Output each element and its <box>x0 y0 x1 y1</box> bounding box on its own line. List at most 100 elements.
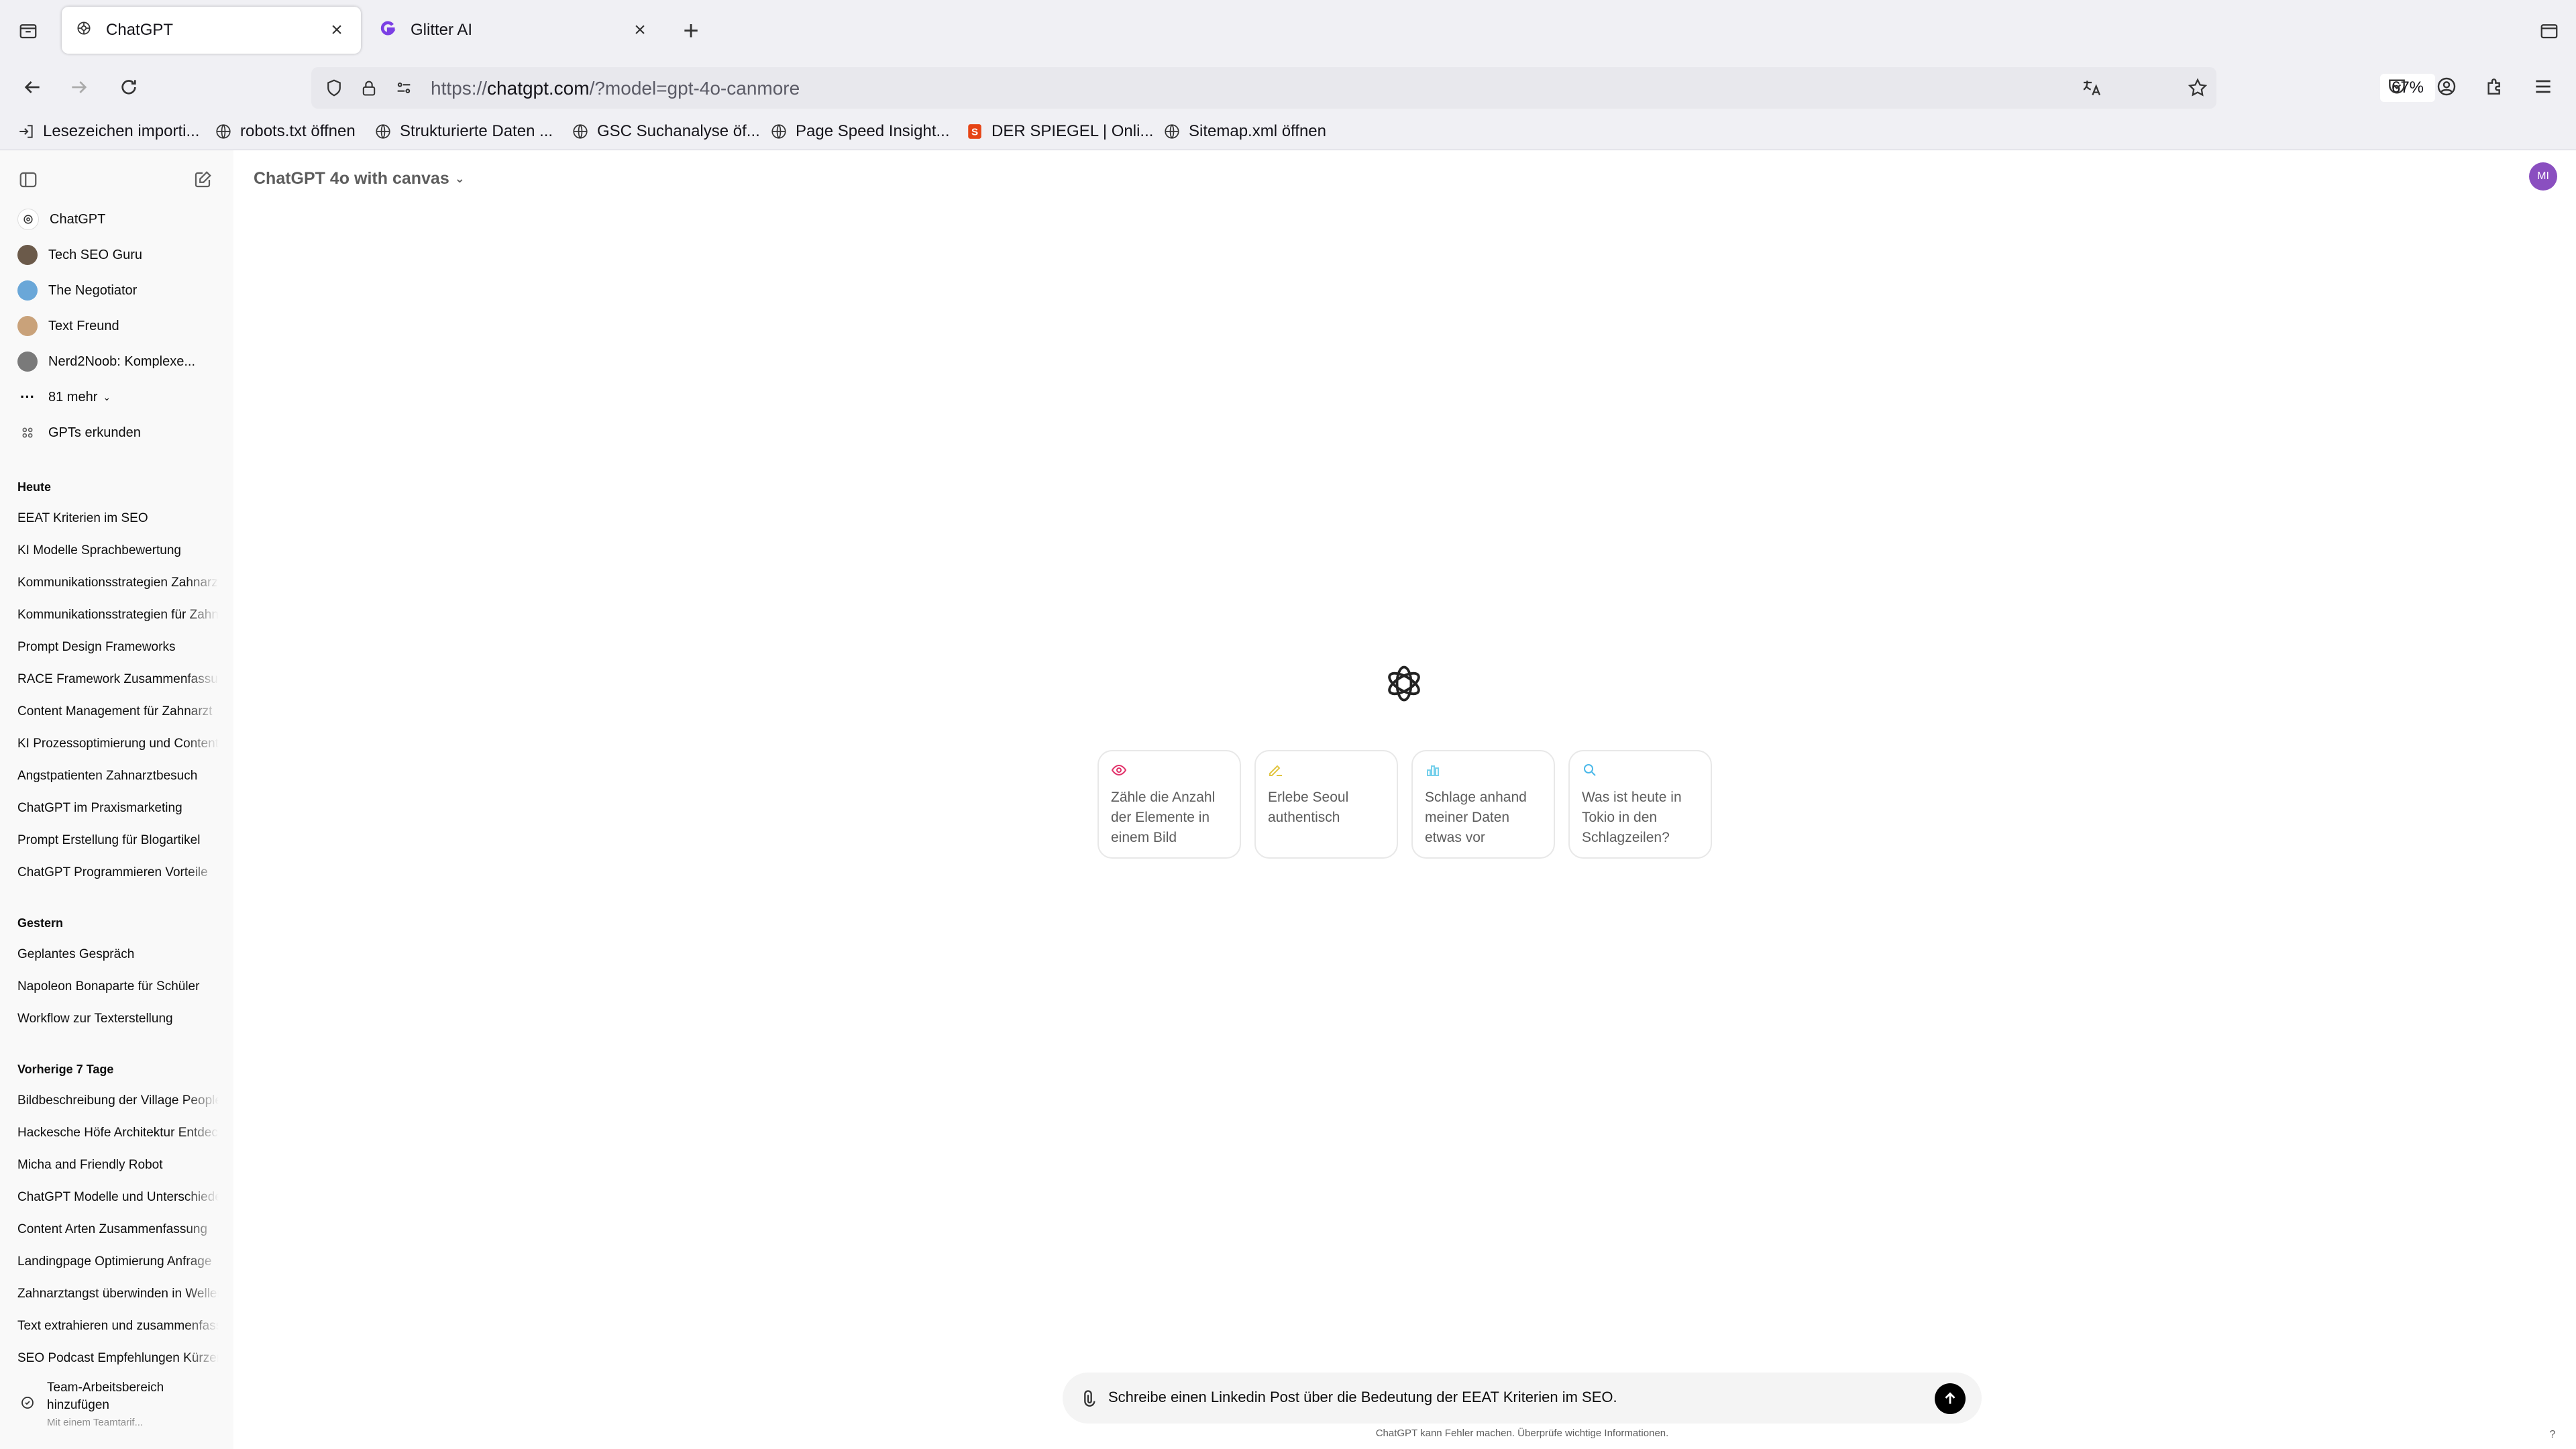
bookmark-sitemap[interactable]: Sitemap.xml öffnen <box>1162 119 1326 144</box>
globe-icon <box>213 121 233 142</box>
gpt-item-more[interactable]: ··· 81 mehr ⌄ <box>17 380 227 414</box>
tracking-shield-icon[interactable] <box>321 74 347 101</box>
chat-item[interactable]: Prompt Design Frameworks <box>17 640 219 655</box>
new-chat-icon[interactable] <box>188 165 217 195</box>
chat-item[interactable]: ChatGPT Programmieren Vorteile <box>17 865 219 880</box>
url-bar[interactable]: https://chatgpt.com/?model=gpt-4o-canmor… <box>311 67 2435 109</box>
gpt-item-tech-seo-guru[interactable]: Tech SEO Guru <box>17 238 227 272</box>
bookmarks-toolbar: Lesezeichen importi... robots.txt öffnen… <box>0 115 2576 148</box>
chat-item[interactable]: Napoleon Bonaparte für Schüler <box>17 979 219 994</box>
paperclip-icon[interactable] <box>1075 1385 1102 1411</box>
message-input[interactable]: Schreibe einen Linkedin Post über die Be… <box>1108 1389 1617 1406</box>
chat-item[interactable]: Hackesche Höfe Architektur Entdecken <box>17 1126 219 1140</box>
tab-chatgpt[interactable]: ChatGPT × <box>62 7 361 54</box>
team-workspace-icon <box>17 1393 38 1413</box>
chat-item[interactable]: KI Prozessoptimierung und Content <box>17 737 219 751</box>
send-arrow-icon[interactable] <box>1935 1383 1966 1414</box>
bookmark-star-icon[interactable] <box>2184 74 2211 101</box>
close-tab-icon[interactable]: × <box>629 19 651 41</box>
tab-title: ChatGPT <box>106 21 174 39</box>
openai-icon <box>17 209 39 230</box>
chat-item[interactable]: Geplantes Gespräch <box>17 947 219 962</box>
browser-chrome: ChatGPT × Glitter AI × + https://chatgpt… <box>0 0 2576 150</box>
chat-item[interactable]: Content Arten Zusammenfassung <box>17 1222 219 1237</box>
chat-item[interactable]: Micha and Friendly Robot <box>17 1158 219 1173</box>
menu-hamburger-icon[interactable] <box>2528 71 2559 102</box>
bookmark-pagespeed[interactable]: Page Speed Insight... <box>769 119 950 144</box>
url-text[interactable]: https://chatgpt.com/?model=gpt-4o-canmor… <box>431 78 800 99</box>
gpt-item-explore[interactable]: GPTs erkunden <box>17 416 227 449</box>
eye-icon <box>1111 762 1127 778</box>
forward-arrow-icon[interactable] <box>63 71 95 103</box>
chat-item[interactable]: KI Modelle Sprachbewertung <box>17 543 219 558</box>
pen-icon <box>1268 762 1284 778</box>
chat-item[interactable]: Content Management für Zahnarzt <box>17 704 219 719</box>
suggestion-text: Erlebe Seoul authentisch <box>1268 790 1349 825</box>
extensions-puzzle-icon[interactable] <box>2479 71 2510 102</box>
chat-item[interactable]: SEO Podcast Empfehlungen Kürzen <box>17 1351 219 1366</box>
navigation-bar: https://chatgpt.com/?model=gpt-4o-canmor… <box>0 62 2576 111</box>
bookmark-spiegel[interactable]: S DER SPIEGEL | Onli... <box>965 119 1153 144</box>
gpt-avatar-icon <box>17 352 38 372</box>
tab-title: Glitter AI <box>411 21 473 39</box>
chat-item[interactable]: ChatGPT im Praxismarketing <box>17 801 219 816</box>
pocket-icon[interactable] <box>2381 71 2412 102</box>
chat-sidebar: ChatGPT Tech SEO Guru The Negotiator Tex… <box>0 150 233 1449</box>
bookmark-robots[interactable]: robots.txt öffnen <box>213 119 356 144</box>
suggestion-card[interactable]: Erlebe Seoul authentisch <box>1254 750 1398 859</box>
tab-glitter-ai[interactable]: Glitter AI × <box>365 7 664 54</box>
openai-logo-icon <box>1381 660 1428 707</box>
suggestion-card[interactable]: Was ist heute in Tokio in den Schlagzeil… <box>1568 750 1712 859</box>
close-sidebar-icon[interactable] <box>13 165 43 195</box>
close-tab-icon[interactable]: × <box>326 19 347 41</box>
user-avatar[interactable]: MI <box>2529 162 2557 191</box>
permissions-icon[interactable] <box>390 74 417 101</box>
bookmark-gsc[interactable]: GSC Suchanalyse öf... <box>570 119 760 144</box>
chat-item[interactable]: Prompt Erstellung für Blogartikel <box>17 833 219 848</box>
suggestion-text: Was ist heute in Tokio in den Schlagzeil… <box>1582 790 1682 845</box>
gpt-item-the-negotiator[interactable]: The Negotiator <box>17 274 227 307</box>
section-heading-yesterday: Gestern <box>17 916 64 930</box>
chat-item[interactable]: RACE Framework Zusammenfassung <box>17 672 219 687</box>
gpt-avatar-icon <box>17 245 38 265</box>
chat-item[interactable]: Text extrahieren und zusammenfassen <box>17 1319 219 1334</box>
chevron-down-icon: ⌄ <box>103 391 111 402</box>
gpt-item-nerd2noob[interactable]: Nerd2Noob: Komplexe... <box>17 345 227 378</box>
suggestion-card[interactable]: Schlage anhand meiner Daten etwas vor <box>1411 750 1555 859</box>
chat-item[interactable]: EEAT Kriterien im SEO <box>17 511 219 526</box>
translate-icon[interactable] <box>2078 74 2105 101</box>
chat-item[interactable]: ChatGPT Modelle und Unterschiede <box>17 1190 219 1205</box>
chat-item[interactable]: Landingpage Optimierung Anfrage <box>17 1254 219 1269</box>
new-tab-plus-icon[interactable]: + <box>676 16 706 46</box>
svg-text:S: S <box>971 126 978 138</box>
bookmark-structured-data[interactable]: Strukturierte Daten ... <box>373 119 553 144</box>
disclaimer-text: ChatGPT kann Fehler machen. Überprüfe wi… <box>1375 1428 1669 1439</box>
tab-bar: ChatGPT × Glitter AI × + <box>0 0 2576 60</box>
chat-item[interactable]: Kommunikationsstrategien Zahnarzt <box>17 576 219 590</box>
chat-item[interactable]: Kommunikationsstrategien für Zahnarzt <box>17 608 219 623</box>
chat-item[interactable]: Zahnarztangst überwinden in Wellen <box>17 1287 219 1301</box>
team-workspace-upsell[interactable]: Team-Arbeitsbereich hinzufügen Mit einem… <box>17 1379 225 1433</box>
account-icon[interactable] <box>2431 71 2462 102</box>
lock-icon[interactable] <box>356 74 382 101</box>
suggestion-card[interactable]: Zähle die Anzahl der Elemente in einem B… <box>1097 750 1241 859</box>
chat-item[interactable]: Bildbeschreibung der Village People <box>17 1093 219 1108</box>
help-question-icon[interactable]: ? <box>2542 1425 2563 1445</box>
list-all-tabs-icon[interactable] <box>2536 17 2563 44</box>
suggestion-text: Schlage anhand meiner Daten etwas vor <box>1425 790 1527 845</box>
chat-item[interactable]: Workflow zur Texterstellung <box>17 1012 219 1026</box>
search-icon <box>1582 762 1598 778</box>
chart-icon <box>1425 762 1441 778</box>
suggestion-text: Zähle die Anzahl der Elemente in einem B… <box>1111 790 1216 845</box>
reload-icon[interactable] <box>113 71 145 103</box>
bookmark-import[interactable]: Lesezeichen importi... <box>16 119 199 144</box>
back-arrow-icon[interactable] <box>16 71 48 103</box>
spiegel-logo-icon: S <box>965 121 985 142</box>
message-composer[interactable]: Schreibe einen Linkedin Post über die Be… <box>1063 1373 1982 1424</box>
model-selector[interactable]: ChatGPT 4o with canvas ⌄ <box>254 164 465 193</box>
team-workspace-subtitle: Mit einem Teamtarif... <box>47 1417 144 1428</box>
gpt-item-text-freund[interactable]: Text Freund <box>17 309 227 343</box>
chat-item[interactable]: Angstpatienten Zahnarztbesuch <box>17 769 219 784</box>
firefox-view-icon[interactable] <box>15 17 42 44</box>
gpt-item-chatgpt[interactable]: ChatGPT <box>17 203 227 236</box>
